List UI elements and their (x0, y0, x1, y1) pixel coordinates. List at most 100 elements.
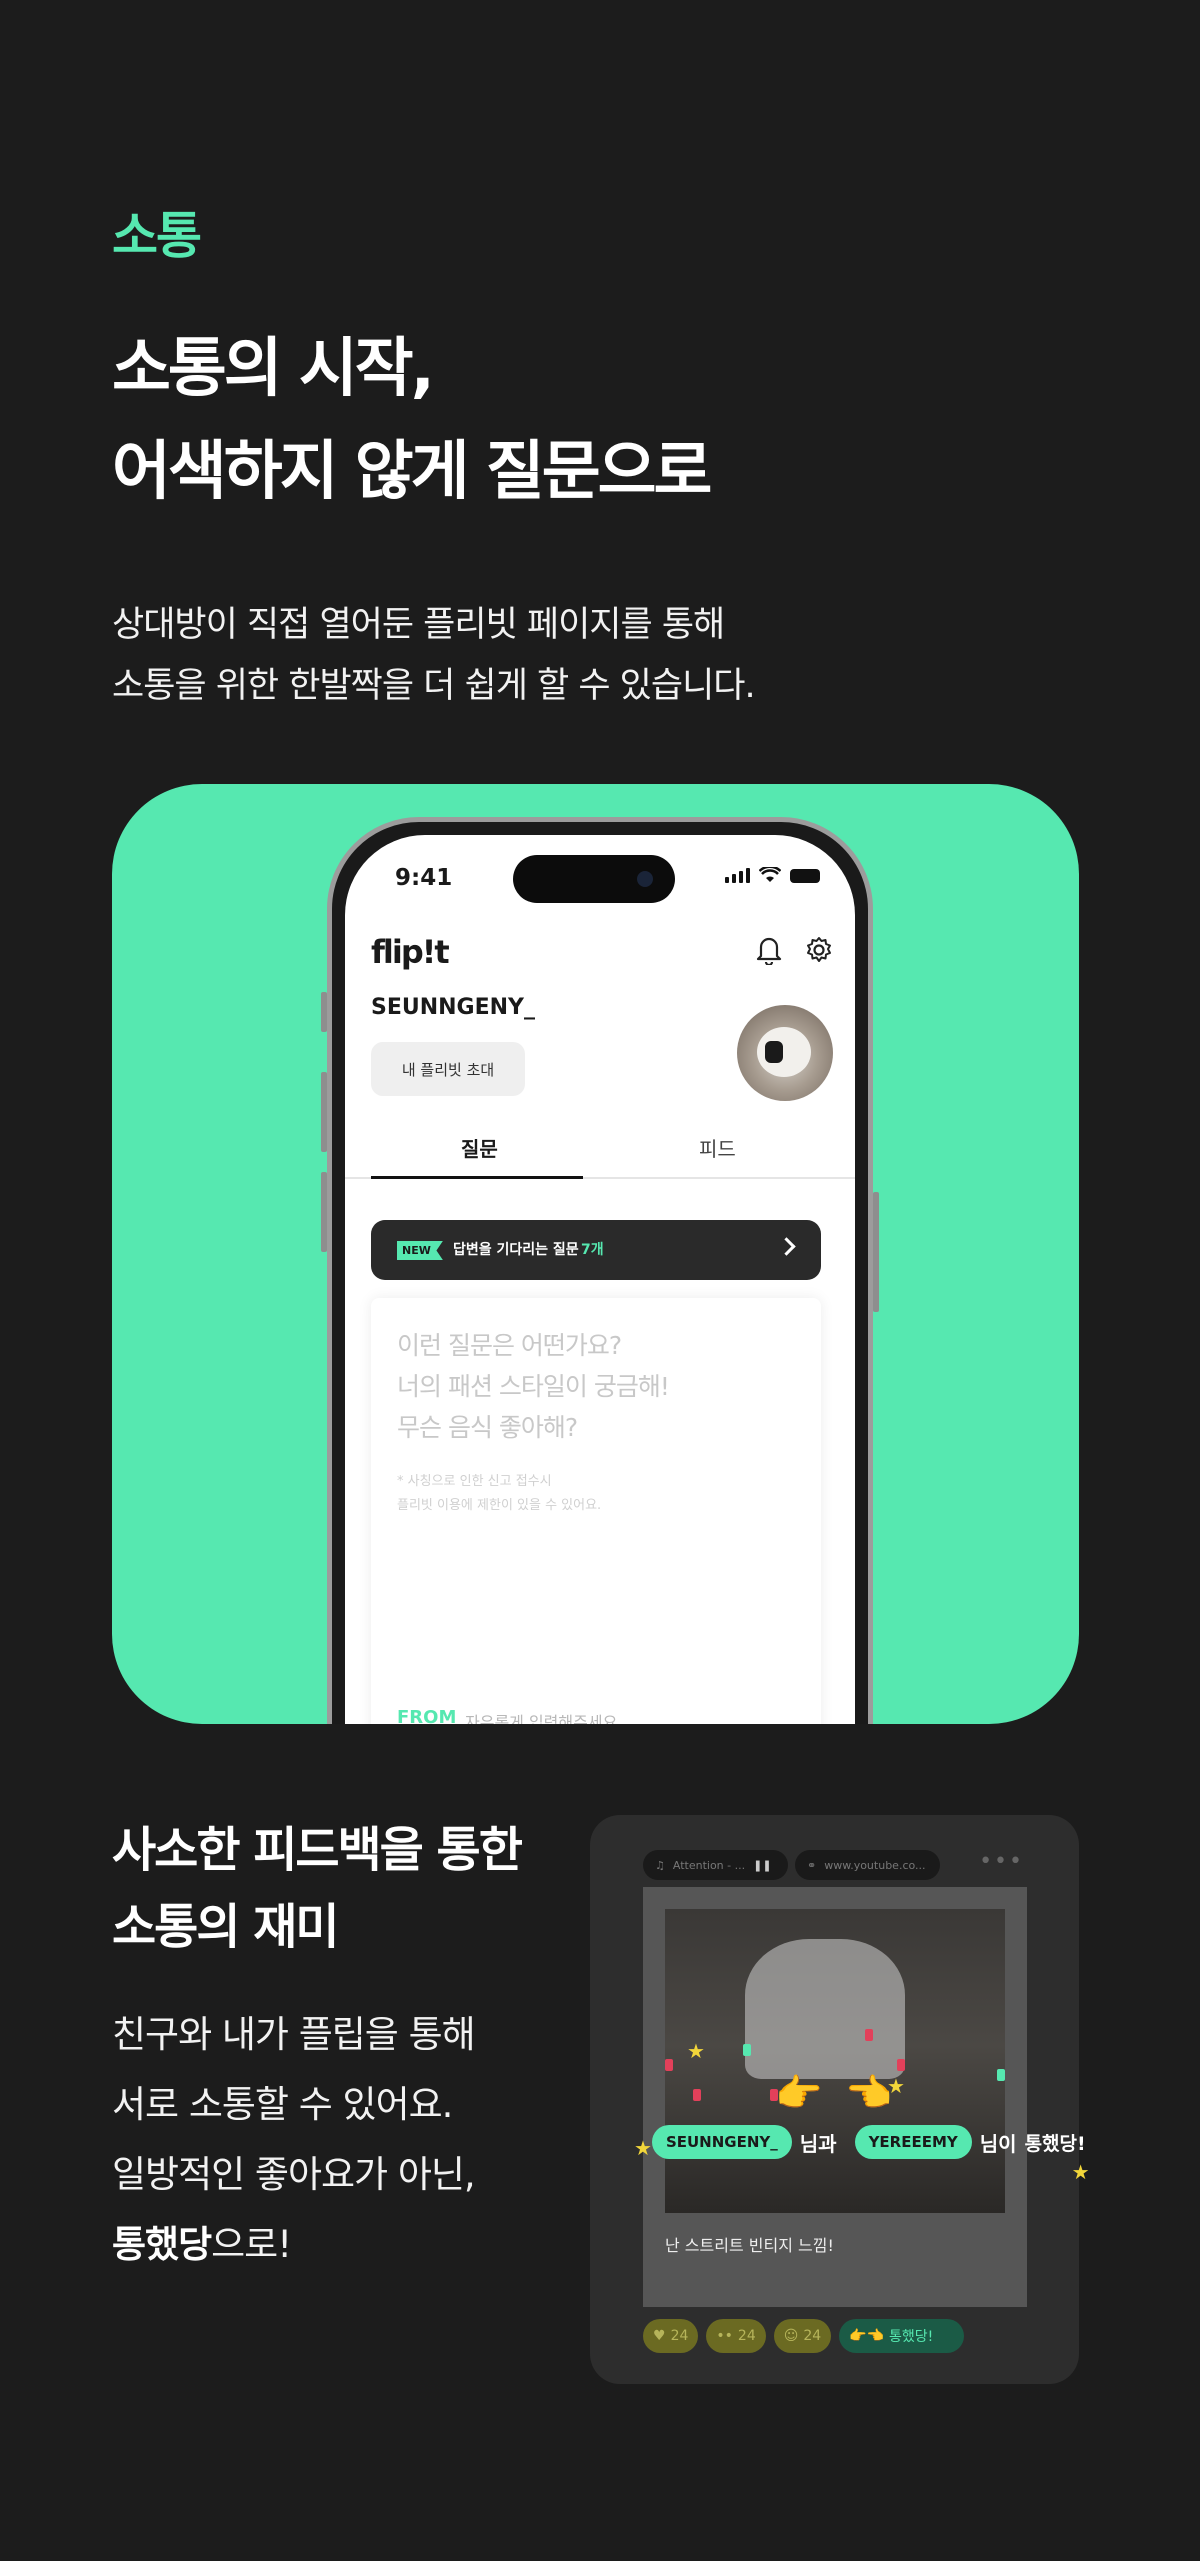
confetti (865, 2029, 873, 2041)
link-url: www.youtube.co... (824, 1858, 926, 1872)
post-card: 👉 👈 ★ ★ 난 스트리트 빈티지 느낌! (643, 1887, 1027, 2307)
bell-icon[interactable] (755, 935, 783, 965)
app-logo: flip!t (371, 933, 450, 971)
hero-description: 상대방이 직접 열어둔 플리빗 페이지를 통해 소통을 위한 한발짝을 더 쉽게… (112, 595, 756, 717)
section2-desc-line3: 일방적인 좋아요가 아닌, (112, 2153, 476, 2196)
question-card[interactable]: 이런 질문은 어떤가요? 너의 패션 스타일이 궁금해! 무슨 음식 좋아해? … (371, 1298, 821, 1724)
link-chip[interactable]: ⚭ www.youtube.co... (795, 1850, 940, 1880)
chevron-right-icon (777, 1237, 796, 1256)
new-badge: NEW (397, 1241, 443, 1260)
hero-title-line1: 소통의 시작, (112, 332, 435, 406)
reaction-smile[interactable]: ☺ 24 (773, 2319, 832, 2353)
photo-highlight (745, 1939, 905, 2079)
pending-questions-bar[interactable]: NEW 답변을 기다리는 질문 7개 (371, 1220, 821, 1280)
reaction-count: 24 (670, 2328, 689, 2344)
star-icon: ★ (687, 2039, 705, 2063)
dynamic-island (513, 855, 675, 903)
section2-desc-line4: 통했당으로! (112, 2210, 475, 2280)
post-photo: 👉 👈 ★ ★ (665, 1909, 1005, 2213)
tab-questions[interactable]: 질문 (461, 1133, 498, 1162)
side-button (321, 1072, 327, 1152)
hero-title: 소통의 시작, 어색하지 않게 질문으로 (112, 318, 712, 524)
profile-avatar[interactable] (737, 1005, 833, 1101)
desc-bold-word: 통했당 (112, 2223, 212, 2266)
section2-title-line1: 사소한 피드백을 통한 (112, 1822, 523, 1878)
feed-preview-card: ♫ Attention - ... ❚❚ ⚭ www.youtube.co...… (590, 1815, 1079, 2384)
reaction-bar: ♥ 24 •• 24 ☺ 24 👉👈 통했당! (643, 2319, 965, 2353)
confetti (693, 2089, 701, 2101)
more-options-icon[interactable]: ••• (979, 1849, 1024, 1874)
section2-title: 사소한 피드백을 통한 소통의 재미 (112, 1812, 523, 1966)
match-result: 통했당! (1024, 2132, 1086, 2155)
star-icon: ★ (887, 2074, 905, 2098)
pending-questions-text: 답변을 기다리는 질문 (453, 1242, 579, 1258)
from-input[interactable]: 자유롭게 입력해주세요 (465, 1709, 617, 1724)
gear-icon[interactable] (805, 935, 833, 965)
music-title: Attention - ... (672, 1858, 746, 1872)
pause-icon[interactable]: ❚❚ (753, 1859, 771, 1872)
post-caption: 난 스트리트 빈티지 느낌! (665, 2236, 834, 2255)
pointing-hands-icon: 👉👈 (849, 2328, 885, 2344)
signal-icon (725, 868, 750, 883)
music-note-icon: ♫ (655, 1858, 665, 1872)
confetti (770, 2089, 778, 2101)
music-chip[interactable]: ♫ Attention - ... ❚❚ (643, 1850, 788, 1880)
reaction-count: 24 (803, 2328, 822, 2344)
side-button (873, 1192, 879, 1312)
flip-reaction-button[interactable]: 👉👈 통했당! (839, 2319, 965, 2353)
star-icon: ★ (634, 2136, 652, 2160)
confetti (997, 2069, 1005, 2081)
desc-tail: 으로! (211, 2223, 292, 2266)
smile-icon: ☺ (783, 2328, 799, 2344)
active-tab-indicator (371, 1176, 583, 1179)
phone-mockup: 9:41 flip!t SEUNNGENY_ 내 플리빗 초대 질문 피드 NE… (321, 817, 879, 1724)
flip-label: 통했당! (889, 2329, 934, 2345)
status-time: 9:41 (395, 865, 453, 891)
confetti (743, 2044, 751, 2056)
question-placeholder-line: 이런 질문은 어떤가요? (397, 1331, 622, 1360)
side-button (321, 992, 327, 1032)
section2-desc-line1: 친구와 내가 플립을 통해 (112, 2013, 476, 2056)
link-icon: ⚭ (807, 1858, 817, 1872)
user-pill[interactable]: YEREEEMY (854, 2125, 972, 2159)
pending-questions-count: 7개 (581, 1242, 604, 1258)
side-button (321, 1172, 327, 1252)
match-tag-row: ★ SEUNNGENY_ 님과 YEREEEMY 님이 통했당! ★ (634, 2125, 1112, 2184)
question-placeholder-line: 너의 패션 스타일이 궁금해! (397, 1372, 670, 1401)
question-notice-line: 플리빗 이용에 제한이 있을 수 있어요. (397, 1498, 602, 1513)
hero-desc-line2: 소통을 위한 한발짝을 더 쉽게 할 수 있습니다. (112, 666, 756, 706)
pointing-hand-icon: 👈 (845, 2071, 893, 2115)
bear-plush (757, 1027, 811, 1077)
confetti (897, 2059, 905, 2071)
tab-feed[interactable]: 피드 (699, 1133, 736, 1162)
connector-text: 님이 (979, 2131, 1017, 2156)
connector-text: 님과 (799, 2131, 837, 2156)
section2-desc-line2: 서로 소통할 수 있어요. (112, 2083, 453, 2126)
question-notice-line: * 사칭으로 인한 신고 접수시 (397, 1474, 552, 1489)
hero-desc-line1: 상대방이 직접 열어둔 플리빗 페이지를 통해 (112, 605, 725, 645)
status-icons (725, 867, 820, 883)
eyes-icon: •• (716, 2328, 733, 2344)
pointing-hand-icon: 👉 (775, 2071, 823, 2115)
phone-screen: 9:41 flip!t SEUNNGENY_ 내 플리빗 초대 질문 피드 NE… (345, 835, 855, 1724)
section-label: 소통 (112, 207, 202, 265)
phone-showcase: 9:41 flip!t SEUNNGENY_ 내 플리빗 초대 질문 피드 NE… (112, 784, 1079, 1724)
reaction-count: 24 (737, 2328, 756, 2344)
question-placeholder-line: 무슨 음식 좋아해? (397, 1413, 578, 1442)
hero-title-line2: 어색하지 않게 질문으로 (112, 435, 712, 509)
from-label: FROM (397, 1707, 457, 1724)
heart-icon: ♥ (653, 2328, 666, 2344)
battery-icon (790, 869, 820, 883)
section2-description: 친구와 내가 플립을 통해 서로 소통할 수 있어요. 일방적인 좋아요가 아닌… (112, 2000, 476, 2280)
star-icon: ★ (1071, 2160, 1090, 2184)
header-icons (755, 935, 833, 965)
reaction-eyes[interactable]: •• 24 (706, 2319, 766, 2353)
wifi-icon (759, 867, 781, 882)
confetti (665, 2059, 673, 2071)
user-pill[interactable]: SEUNNGENY_ (651, 2125, 792, 2159)
tab-bar: 질문 피드 (345, 1133, 855, 1179)
profile-username: SEUNNGENY_ (371, 995, 535, 1020)
reaction-heart[interactable]: ♥ 24 (643, 2319, 699, 2353)
invite-button[interactable]: 내 플리빗 초대 (371, 1042, 525, 1096)
section2-title-line2: 소통의 재미 (112, 1899, 340, 1955)
